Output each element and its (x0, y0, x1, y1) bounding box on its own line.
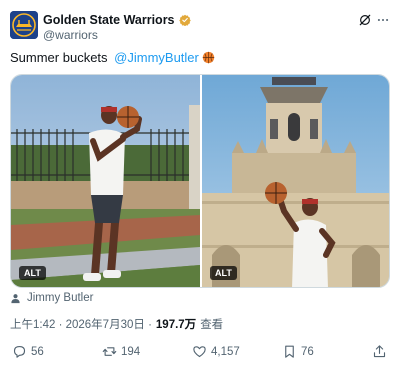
repost-button[interactable]: 194 (102, 344, 140, 359)
media-grid: ALT ALT (10, 74, 390, 288)
alt-badge[interactable]: ALT (210, 266, 237, 280)
views-count: 197.7万 (155, 319, 197, 331)
tweet-text: Summer buckets @JimmyButler (10, 50, 215, 65)
mention-link[interactable]: @JimmyButler (114, 50, 199, 65)
bookmark-icon (285, 345, 294, 358)
verified-badge-icon (178, 14, 191, 26)
repost-count: 194 (121, 345, 141, 358)
share-icon (373, 345, 386, 358)
more-options-icon[interactable] (376, 13, 390, 27)
handle[interactable]: @warriors (43, 28, 98, 42)
display-name[interactable]: Golden State Warriors (43, 13, 175, 27)
share-button[interactable] (372, 344, 387, 359)
like-button[interactable]: 4,157 (192, 344, 240, 359)
grok-icon[interactable] (358, 13, 372, 27)
bookmark-count: 76 (301, 345, 314, 358)
tweet-meta: 上午1:42 · 2026年7月30日 · 197.7万 查看 (10, 316, 223, 332)
basketball-icon (202, 51, 215, 64)
alt-badge[interactable]: ALT (19, 266, 46, 280)
photo-left[interactable]: ALT (11, 75, 200, 287)
reply-icon (13, 345, 26, 358)
tagged-users[interactable]: Jimmy Butler (10, 292, 93, 304)
reply-button[interactable]: 56 (12, 344, 44, 359)
tagged-user-name[interactable]: Jimmy Butler (27, 292, 93, 304)
repost-icon (102, 347, 117, 356)
views-label: 查看 (200, 319, 224, 331)
reply-count: 56 (31, 345, 44, 358)
action-bar: 56 194 4,157 76 (10, 344, 390, 360)
photo-right[interactable]: ALT (202, 75, 389, 287)
heart-icon (193, 346, 206, 358)
timestamp[interactable]: 上午1:42 · 2026年7月30日 · (10, 316, 152, 332)
like-count: 4,157 (211, 345, 240, 358)
tweet-header: Golden State Warriors @warriors (10, 11, 390, 43)
person-icon (11, 293, 20, 303)
bookmark-button[interactable]: 76 (282, 344, 314, 359)
warriors-avatar[interactable] (10, 11, 38, 39)
tweet-text-body: Summer buckets (10, 50, 112, 65)
